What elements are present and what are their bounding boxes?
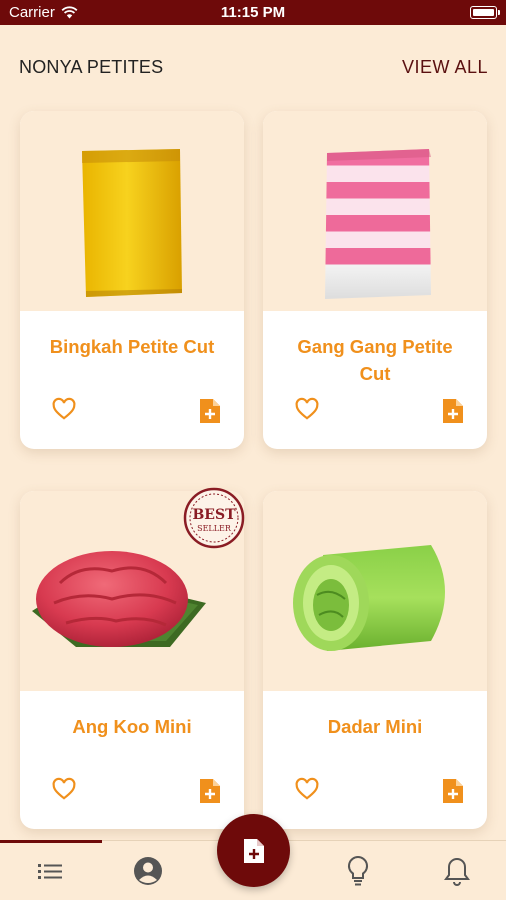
add-document-fab[interactable] [217, 814, 290, 887]
document-add-icon[interactable] [442, 778, 464, 804]
battery-icon [470, 6, 500, 19]
section-header: NONYA PETITES VIEW ALL [19, 55, 488, 79]
document-add-icon[interactable] [199, 398, 221, 424]
nav-ideas[interactable] [343, 855, 373, 887]
product-card[interactable]: Gang Gang Petite Cut [263, 111, 487, 449]
dadar-roll-image [293, 545, 445, 651]
status-bar: Carrier 11:15 PM [0, 0, 506, 25]
badge-best: BEST [192, 507, 236, 523]
account-circle-icon [134, 857, 162, 885]
product-name: Dadar Mini [327, 716, 423, 737]
section-title: NONYA PETITES [19, 56, 164, 77]
document-add-icon [243, 838, 264, 863]
heart-outline-icon[interactable] [294, 776, 320, 802]
bell-icon [444, 857, 470, 886]
nav-list[interactable] [35, 855, 65, 887]
nav-account[interactable] [133, 855, 163, 887]
gang-gang-cake-image [325, 149, 431, 299]
badge-seller: SELLER [197, 524, 232, 533]
product-card[interactable]: Bingkah Petite Cut [20, 111, 244, 449]
heart-outline-icon[interactable] [294, 396, 320, 422]
lightbulb-icon [347, 855, 369, 886]
product-name: Gang Gang Petite Cut [297, 336, 453, 384]
list-icon [38, 864, 62, 879]
product-image [263, 491, 487, 691]
product-image [20, 111, 244, 311]
heart-outline-icon[interactable] [51, 776, 77, 802]
best-seller-badge: BEST SELLER [183, 487, 245, 549]
document-add-icon[interactable] [442, 398, 464, 424]
view-all-link[interactable]: VIEW ALL [402, 57, 488, 78]
product-name: Ang Koo Mini [72, 716, 192, 737]
product-name: Bingkah Petite Cut [49, 336, 215, 357]
product-card[interactable]: Dadar Mini [263, 491, 487, 829]
heart-outline-icon[interactable] [51, 396, 77, 422]
active-tab-indicator [0, 840, 102, 843]
nav-notifications[interactable] [442, 855, 472, 887]
clock: 11:15 PM [220, 4, 286, 21]
product-image [263, 111, 487, 311]
bingkah-cake-image [82, 149, 182, 297]
document-add-icon[interactable] [199, 778, 221, 804]
